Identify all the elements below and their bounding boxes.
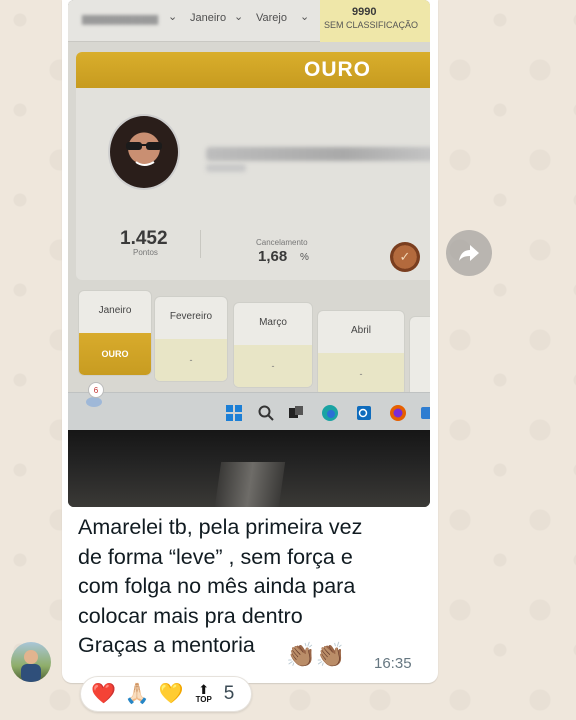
windows-start-icon[interactable] bbox=[224, 403, 244, 423]
month-card-fevereiro[interactable]: Fevereiro - bbox=[154, 296, 228, 382]
yellow-heart-reaction: 💛 bbox=[158, 683, 184, 705]
divider bbox=[200, 230, 201, 258]
cancel-label: Cancelamento bbox=[256, 238, 308, 247]
score-value: 9990 bbox=[352, 6, 377, 18]
month-status: - bbox=[318, 353, 404, 395]
month-status: - bbox=[234, 345, 312, 387]
notification-badge: 6 bbox=[88, 382, 104, 398]
app-icon-partial[interactable] bbox=[418, 403, 430, 423]
clapping-hands-emoji: 👏🏽👏🏽 bbox=[286, 642, 346, 669]
month-name: Março bbox=[259, 317, 287, 328]
month-status: - bbox=[155, 339, 227, 381]
chevron-down-icon: ⌄ bbox=[234, 11, 244, 23]
avatar-photo bbox=[21, 650, 41, 682]
user-sub-blurred bbox=[206, 164, 246, 172]
month-name: Janeiro bbox=[98, 305, 132, 316]
message-time: 16:35 bbox=[374, 655, 412, 672]
task-view-icon[interactable] bbox=[286, 403, 306, 423]
filter-segment: Varejo bbox=[256, 12, 287, 24]
points-label: Pontos bbox=[133, 248, 158, 257]
chevron-down-icon: ⌄ bbox=[300, 11, 310, 23]
reactions-bar[interactable]: ❤️ 🙏🏻 💛 ⬆ TOP 5 bbox=[80, 676, 252, 712]
month-card-janeiro[interactable]: Janeiro OURO bbox=[78, 290, 152, 376]
medal-icon: ✓ bbox=[390, 242, 420, 272]
profile-photo bbox=[108, 114, 180, 190]
score-box: 9990 SEM CLASSIFICAÇÃO bbox=[320, 0, 430, 42]
month-status: OURO bbox=[79, 333, 151, 375]
outlook-icon[interactable] bbox=[354, 403, 374, 423]
month-card-partial bbox=[409, 316, 430, 402]
month-card-abril[interactable]: Abril - bbox=[317, 310, 405, 396]
tier-card-header: OURO bbox=[76, 52, 430, 88]
firefox-icon[interactable] bbox=[388, 403, 408, 423]
sunglasses-icon bbox=[126, 142, 162, 166]
forward-button[interactable] bbox=[446, 230, 492, 276]
month-card-marco[interactable]: Março - bbox=[233, 302, 313, 388]
sender-avatar[interactable] bbox=[11, 642, 51, 682]
reaction-count: 5 bbox=[223, 683, 235, 704]
monitor-screen: ▆▆▆▆▆▆▆▆▆ ⌄ Janeiro ⌄ Varejo ⌄ 9990 SEM … bbox=[68, 0, 430, 462]
message-photo[interactable]: ▆▆▆▆▆▆▆▆▆ ⌄ Janeiro ⌄ Varejo ⌄ 9990 SEM … bbox=[68, 0, 430, 507]
filter-period-blurred: ▆▆▆▆▆▆▆▆▆ bbox=[82, 13, 159, 25]
month-name: Fevereiro bbox=[169, 311, 213, 322]
tier-title: OURO bbox=[304, 58, 371, 81]
cancel-value: 1,68 bbox=[258, 248, 288, 265]
filter-bar: ▆▆▆▆▆▆▆▆▆ ⌄ Janeiro ⌄ Varejo ⌄ 9990 SEM … bbox=[68, 0, 430, 42]
month-name: Abril bbox=[350, 325, 371, 336]
user-name-blurred bbox=[206, 147, 430, 161]
search-icon[interactable] bbox=[256, 403, 276, 423]
edge-icon[interactable] bbox=[320, 403, 340, 423]
filter-month: Janeiro bbox=[190, 12, 227, 24]
points-value: 1.452 bbox=[120, 228, 168, 249]
score-label: SEM CLASSIFICAÇÃO bbox=[324, 20, 419, 30]
tier-card: OURO 1.452 Pontos Cancelamento 1,68 % ✓ bbox=[76, 52, 430, 280]
chevron-down-icon: ⌄ bbox=[168, 11, 178, 23]
message-text: Amarelei tb, pela primeira vez de forma … bbox=[78, 515, 363, 657]
heart-reaction: ❤️ bbox=[91, 683, 116, 705]
pray-reaction: 🙏🏻 bbox=[124, 683, 150, 705]
top-arrow-icon: ⬆ TOP bbox=[195, 681, 212, 704]
top-label: TOP bbox=[195, 694, 212, 704]
windows-taskbar bbox=[68, 392, 430, 434]
forward-icon bbox=[459, 245, 479, 261]
monitor-stand bbox=[214, 462, 286, 507]
cancel-unit: % bbox=[300, 252, 309, 263]
